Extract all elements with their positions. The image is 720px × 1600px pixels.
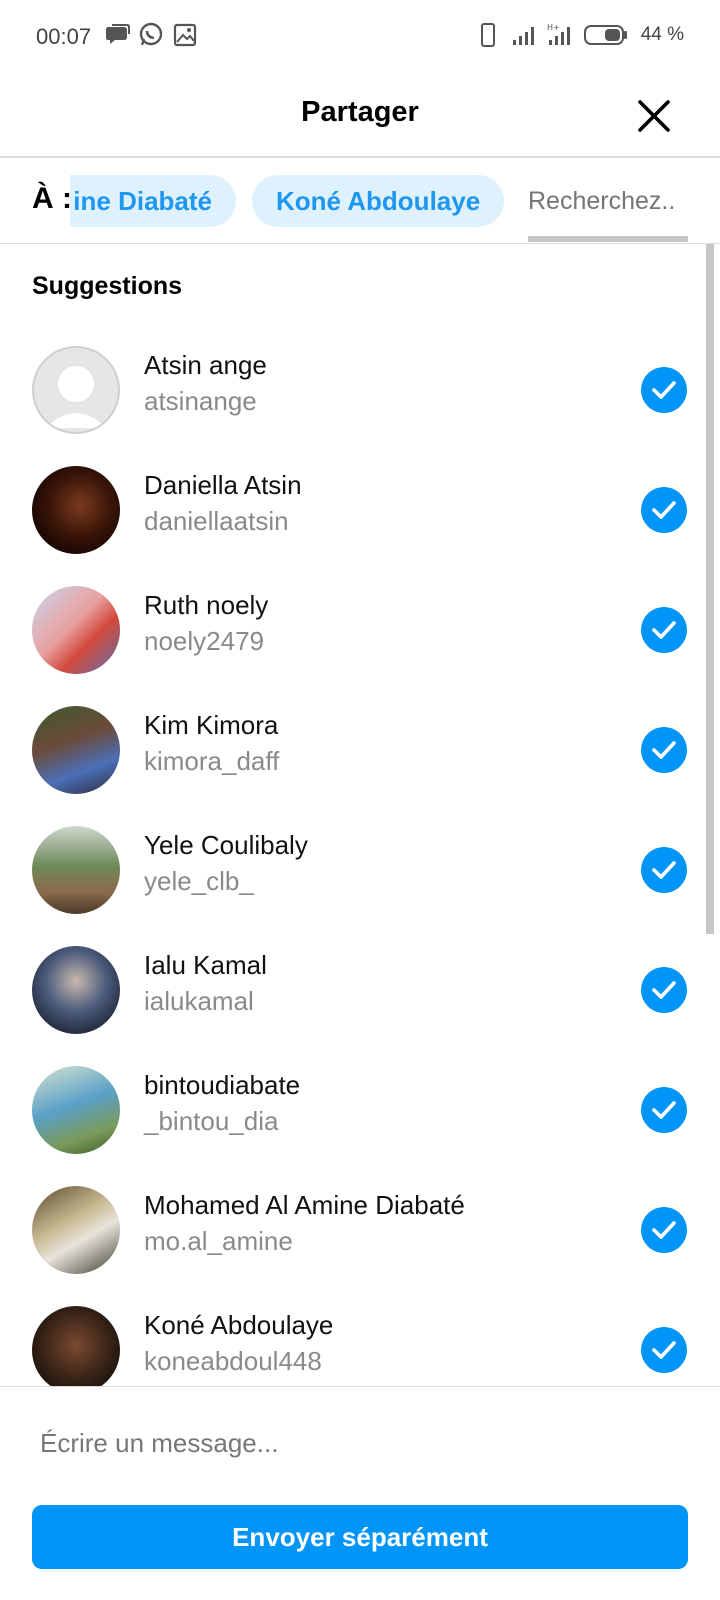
page-title: Partager — [301, 96, 419, 128]
avatar — [32, 826, 120, 914]
list-item[interactable]: Kim Kimora kimora_daff — [0, 688, 720, 808]
selected-check-icon[interactable] — [641, 367, 687, 413]
suggestion-name: Daniella Atsin — [144, 470, 302, 500]
avatar — [32, 466, 120, 554]
suggestion-handle: noely2479 — [144, 626, 264, 656]
suggestion-name: Ruth noely — [144, 590, 269, 620]
suggestion-name: Koné Abdoulaye — [144, 1310, 334, 1340]
message-bubble-icon — [106, 24, 130, 44]
search-input[interactable] — [528, 175, 688, 227]
status-time: 00:07 — [36, 24, 92, 49]
suggestion-handle: yele_clb_ — [144, 866, 254, 896]
list-item[interactable]: bintoudiabate _bintou_dia — [0, 1048, 720, 1168]
list-item[interactable]: Mohamed Al Amine Diabaté mo.al_amine — [0, 1168, 720, 1288]
list-item[interactable]: Yele Coulibaly yele_clb_ — [0, 808, 720, 928]
selected-check-icon[interactable] — [641, 1327, 687, 1373]
selected-check-icon[interactable] — [641, 847, 687, 893]
avatar — [32, 586, 120, 674]
status-right-icons: H+ 44 % — [475, 22, 684, 48]
avatar — [32, 1186, 120, 1274]
gallery-icon — [173, 23, 197, 47]
status-left-icons — [104, 22, 198, 48]
signal-icon — [512, 27, 534, 45]
selected-check-icon[interactable] — [641, 487, 687, 533]
suggestion-handle: ialukamal — [144, 986, 254, 1016]
selected-check-icon[interactable] — [641, 727, 687, 773]
recipient-chip-label: Koné Abdoulaye — [276, 186, 481, 216]
message-input[interactable] — [40, 1413, 680, 1473]
list-item[interactable]: Atsin ange atsinange — [0, 328, 720, 448]
suggestion-name: Atsin ange — [144, 350, 267, 380]
suggestion-handle: atsinange — [144, 386, 257, 416]
suggestions-list-area[interactable]: Suggestions Atsin ange atsinange Daniell… — [0, 244, 720, 1386]
selected-check-icon[interactable] — [641, 1087, 687, 1133]
share-footer: Envoyer séparément — [0, 1386, 720, 1600]
recipient-chip[interactable]: Koné Abdoulaye — [252, 175, 505, 227]
list-item[interactable]: Daniella Atsin daniellaatsin — [0, 448, 720, 568]
suggestion-name: bintoudiabate — [144, 1070, 301, 1100]
suggestions-title: Suggestions — [32, 272, 183, 300]
list-item[interactable]: Koné Abdoulaye koneabdoul448 — [0, 1288, 720, 1386]
avatar — [32, 1306, 120, 1386]
avatar — [32, 946, 120, 1034]
avatar — [32, 346, 120, 434]
recipients-row: À : ine Diabaté Koné Abdoulaye — [0, 158, 720, 244]
suggestion-handle: koneabdoul448 — [144, 1346, 322, 1376]
avatar — [32, 706, 120, 794]
suggestion-handle: kimora_daff — [144, 746, 280, 776]
scrollbar[interactable] — [706, 244, 714, 934]
avatar — [32, 1066, 120, 1154]
selected-check-icon[interactable] — [641, 607, 687, 653]
whatsapp-icon — [139, 22, 163, 46]
to-label: À : — [32, 182, 72, 215]
share-header: Partager — [0, 72, 720, 158]
close-icon[interactable] — [634, 96, 674, 136]
phone-outline-icon — [480, 23, 495, 47]
suggestion-name: Ialu Kamal — [144, 950, 267, 980]
status-bar: 00:07 H+ 44 % — [0, 0, 720, 72]
recipient-chip-label: ine Diabaté — [73, 186, 212, 216]
suggestion-name: Yele Coulibaly — [144, 830, 308, 860]
battery-percentage: 44 % — [640, 24, 684, 45]
search-underline — [528, 236, 688, 242]
svg-text:H+: H+ — [547, 23, 560, 32]
battery-icon — [583, 25, 627, 45]
suggestion-handle: daniellaatsin — [144, 506, 289, 536]
selected-check-icon[interactable] — [641, 967, 687, 1013]
send-separately-button[interactable]: Envoyer séparément — [32, 1505, 688, 1569]
suggestion-handle: mo.al_amine — [144, 1226, 293, 1256]
suggestions-list: Atsin ange atsinange Daniella Atsin dani… — [0, 328, 720, 1386]
suggestion-name: Mohamed Al Amine Diabaté — [144, 1190, 465, 1220]
default-avatar-icon — [46, 366, 106, 428]
list-item[interactable]: Ialu Kamal ialukamal — [0, 928, 720, 1048]
list-item[interactable]: Ruth noely noely2479 — [0, 568, 720, 688]
suggestion-name: Kim Kimora — [144, 710, 279, 740]
suggestion-handle: _bintou_dia — [144, 1106, 279, 1136]
selected-check-icon[interactable] — [641, 1207, 687, 1253]
recipient-chip[interactable]: ine Diabaté — [70, 175, 236, 227]
signal-data-icon: H+ — [547, 23, 570, 45]
